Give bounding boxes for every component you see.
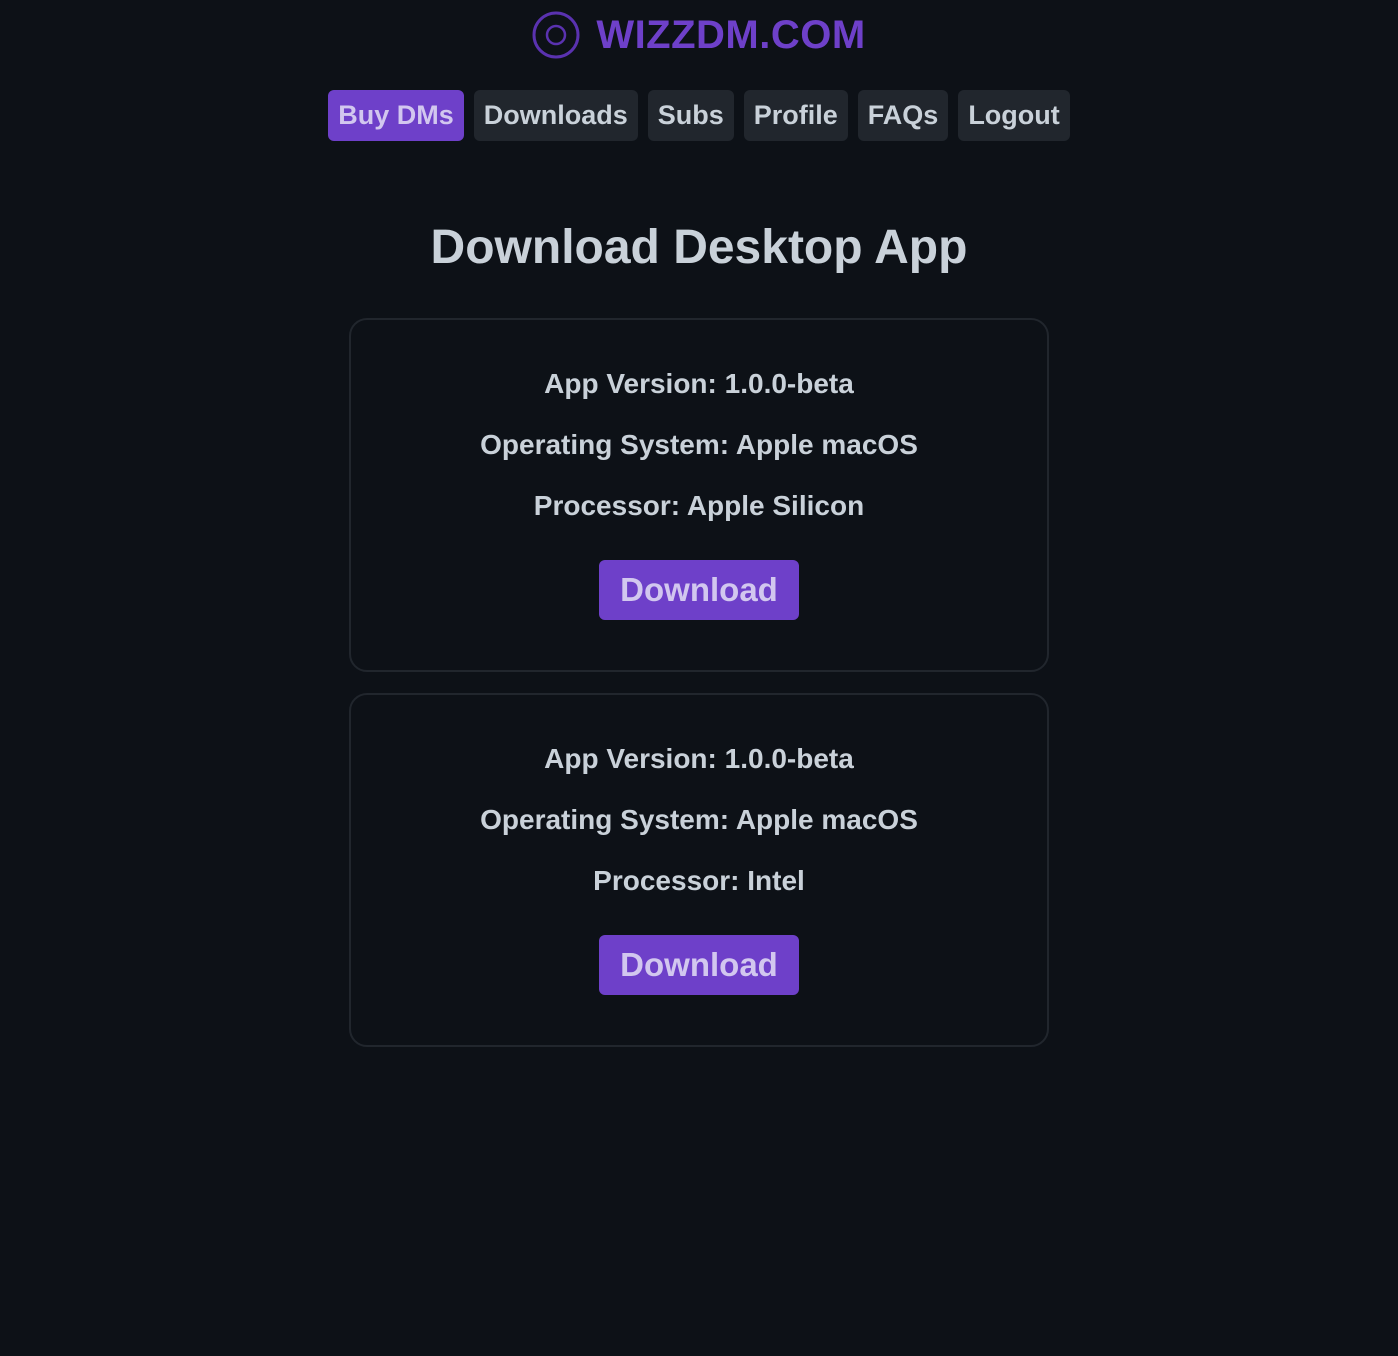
download-button[interactable]: Download [599,935,799,995]
page-title: Download Desktop App [430,221,968,274]
ring-logo-icon [532,11,580,59]
download-button[interactable]: Download [599,560,799,620]
nav-buy-dms-button[interactable]: Buy DMs [328,90,464,141]
app-version-text: App Version: 1.0.0-beta [544,368,854,399]
nav-profile-button[interactable]: Profile [743,90,848,141]
main-nav: Buy DMs Downloads Subs Profile FAQs Logo… [0,90,1398,141]
download-card-intel: App Version: 1.0.0-beta Operating System… [349,693,1049,1047]
processor-text: Processor: Intel [593,865,805,896]
app-version-text: App Version: 1.0.0-beta [544,743,854,774]
brand-name: WIZZDM.COM [596,12,866,57]
nav-faqs-button[interactable]: FAQs [857,90,949,141]
brand-link[interactable]: WIZZDM.COM [532,11,865,59]
operating-system-text: Operating System: Apple macOS [480,804,918,835]
processor-text: Processor: Apple Silicon [533,490,865,521]
nav-downloads-button[interactable]: Downloads [473,90,638,141]
nav-logout-button[interactable]: Logout [958,90,1070,141]
operating-system-text: Operating System: Apple macOS [480,429,918,460]
nav-subs-button[interactable]: Subs [647,90,734,141]
site-header: WIZZDM.COM [0,0,1398,70]
download-card-apple-silicon: App Version: 1.0.0-beta Operating System… [349,318,1049,672]
